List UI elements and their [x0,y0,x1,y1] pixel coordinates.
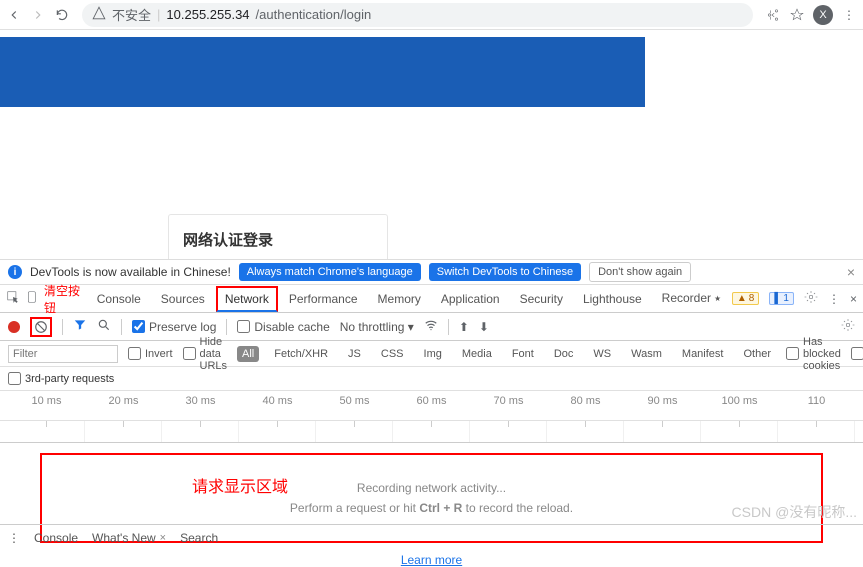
devtools-close-icon[interactable]: × [850,292,857,306]
devtools-tab-bar: 清空按钮 Console Sources Network Performance… [0,285,863,313]
device-icon[interactable] [26,290,40,307]
filter-type-css[interactable]: CSS [376,346,409,362]
settings-icon[interactable] [804,290,818,307]
filter-type-doc[interactable]: Doc [549,346,579,362]
info-icon: i [8,265,22,279]
annotation-request-area: 请求显示区域 [192,473,288,497]
tab-application[interactable]: Application [432,286,509,312]
reload-hint: Perform a request or hit Ctrl + R to rec… [290,501,573,515]
tab-recorder[interactable]: Recorder ⭑ [653,285,730,312]
recording-message: Recording network activity... [357,481,506,495]
reload-button[interactable] [54,7,70,23]
record-button[interactable] [8,321,20,333]
tab-security[interactable]: Security [511,286,572,312]
tab-lighthouse[interactable]: Lighthouse [574,286,651,312]
filter-type-all[interactable]: All [237,346,259,362]
network-toolbar: Preserve log Disable cache No throttling… [0,313,863,341]
switch-chinese-button[interactable]: Switch DevTools to Chinese [429,263,581,281]
issues-badge[interactable]: ▌1 [769,292,794,305]
filter-input[interactable] [8,345,118,363]
login-title: 网络认证登录 [183,229,373,250]
close-icon[interactable]: × [160,532,166,544]
drawer-tab-console[interactable]: Console [34,531,78,545]
security-label: 不安全 [112,5,151,24]
devtools-infobar: i DevTools is now available in Chinese! … [0,259,863,285]
throttling-select[interactable]: No throttling ▾ [340,320,414,334]
timeline-overview[interactable] [0,421,863,443]
inspect-icon[interactable] [6,290,20,307]
tab-console[interactable]: Console [88,286,150,312]
login-card: 网络认证登录 用户名 [168,214,388,259]
profile-avatar[interactable]: X [813,5,833,25]
blocked-requests-checkbox[interactable]: Blocked Requests [851,342,863,366]
drawer-tab-search[interactable]: Search [180,531,218,545]
invert-checkbox[interactable]: Invert [128,347,173,360]
filter-bar: Invert Hide data URLs All Fetch/XHR JS C… [0,341,863,367]
address-bar[interactable]: 不安全 | 10.255.255.34/authentication/login [82,3,753,27]
infobar-close-icon[interactable]: × [847,264,855,280]
watermark: CSDN @没有昵称... [732,502,857,522]
forward-button [30,7,46,23]
insecure-icon [92,6,106,23]
timeline-ruler: 10 ms 20 ms 30 ms 40 ms 50 ms 60 ms 70 m… [0,391,863,421]
preserve-log-checkbox[interactable]: Preserve log [132,320,216,334]
share-icon[interactable] [765,7,781,23]
annotation-clear: 清空按钮 [44,282,84,316]
match-language-button[interactable]: Always match Chrome's language [239,263,421,281]
bookmark-icon[interactable] [789,7,805,23]
drawer-menu-icon[interactable]: ⋮ [8,531,20,545]
warnings-badge[interactable]: ▲ 8 [732,292,759,305]
search-icon[interactable] [97,318,111,335]
filter-type-font[interactable]: Font [507,346,539,362]
page-viewport: 网络认证登录 用户名 [0,30,863,259]
export-icon[interactable]: ⬇ [479,320,489,334]
dont-show-button[interactable]: Don't show again [589,262,691,282]
filter-type-manifest[interactable]: Manifest [677,346,729,362]
devtools-drawer: ⋮ Console What's New × Search [0,524,863,550]
disable-cache-checkbox[interactable]: Disable cache [237,320,329,334]
filter-type-img[interactable]: Img [419,346,447,362]
filter-type-other[interactable]: Other [738,346,776,362]
infobar-text: DevTools is now available in Chinese! [30,265,231,279]
back-button[interactable] [6,7,22,23]
tab-performance[interactable]: Performance [280,286,367,312]
filter-type-wasm[interactable]: Wasm [626,346,667,362]
url-host: 10.255.255.34 [166,7,249,22]
import-icon[interactable]: ⬆ [459,320,469,334]
filter-type-js[interactable]: JS [343,346,366,362]
filter-type-fetch[interactable]: Fetch/XHR [269,346,333,362]
tab-memory[interactable]: Memory [369,286,430,312]
page-banner [0,37,645,107]
network-settings-icon[interactable] [841,318,855,335]
filter-icon[interactable] [73,318,87,335]
wifi-icon[interactable] [424,318,438,335]
tab-sources[interactable]: Sources [152,286,214,312]
learn-more-link[interactable]: Learn more [401,553,462,567]
hide-data-urls-checkbox[interactable]: Hide data URLs [183,336,228,372]
clear-button[interactable] [30,317,52,337]
third-party-checkbox[interactable]: 3rd-party requests [8,372,114,385]
more-icon[interactable]: ⋮ [828,292,840,306]
menu-icon[interactable]: ⋮ [841,7,857,23]
tab-network[interactable]: Network [216,286,278,312]
url-path: /authentication/login [256,7,372,22]
blocked-cookies-checkbox[interactable]: Has blocked cookies [786,336,841,372]
filter-type-ws[interactable]: WS [588,346,616,362]
filter-type-media[interactable]: Media [457,346,497,362]
drawer-tab-whatsnew[interactable]: What's New × [92,531,166,545]
